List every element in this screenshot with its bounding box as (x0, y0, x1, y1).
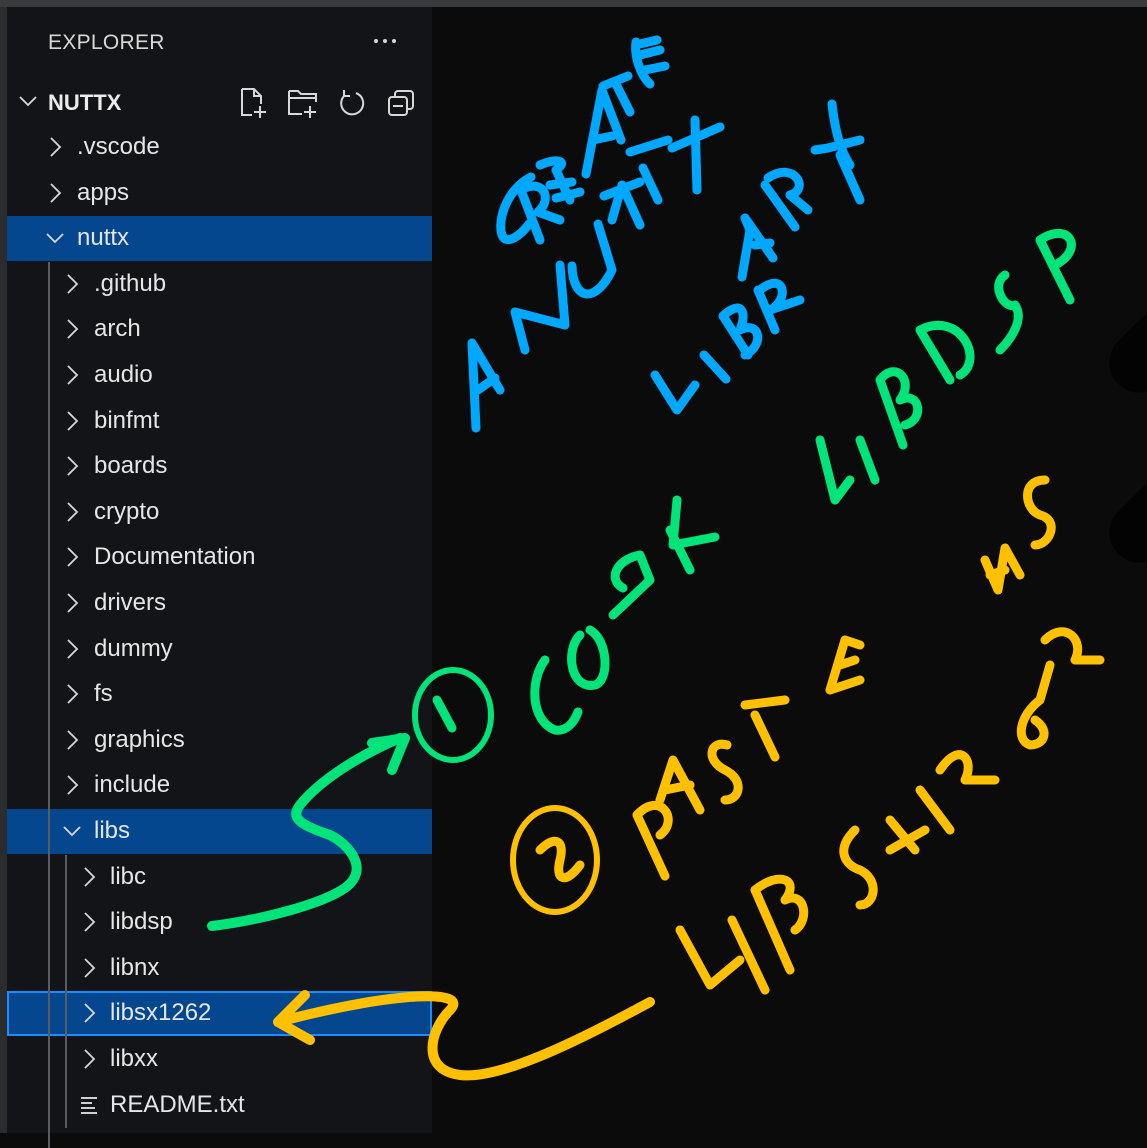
tree-item-label: apps (77, 178, 130, 206)
chevron-right-icon (50, 182, 62, 203)
chevron-right-icon (84, 1049, 96, 1069)
tree-item-crypto[interactable]: crypto (7, 490, 432, 535)
tree-item-boards[interactable]: boards (7, 444, 432, 489)
canvas-shadow-shape (1096, 468, 1147, 576)
chevron-right-icon (67, 319, 79, 340)
text-file-icon (81, 1096, 97, 1114)
ellipsis-icon (374, 39, 378, 43)
tree-item-nuttx[interactable]: nuttx (7, 216, 432, 262)
chevron-right-icon (50, 137, 62, 157)
tree-item-vscode[interactable]: .vscode (7, 125, 432, 170)
tree-item-libxx[interactable]: libxx (7, 1037, 432, 1082)
chevron-right-icon (67, 502, 79, 522)
tree-item-drivers[interactable]: drivers (7, 581, 432, 626)
chevron-right-icon (67, 593, 79, 613)
tree-item-libnx[interactable]: libnx (7, 946, 432, 991)
tree-item-documentation[interactable]: Documentation (7, 535, 432, 580)
ellipsis-dot (383, 39, 387, 43)
explorer-title: EXPLORER (48, 31, 165, 54)
tree-item-label: libdsp (110, 908, 173, 936)
chevron-down-icon (46, 233, 64, 244)
refresh-icon (340, 90, 365, 116)
collapse-all-icon (388, 90, 414, 116)
collapse-all-button[interactable] (384, 86, 418, 120)
tree-item-label: README.txt (110, 1090, 245, 1118)
tree-item-label: nuttx (77, 224, 130, 252)
tree-item-label: dummy (94, 634, 173, 662)
tree-item-label: graphics (94, 725, 185, 753)
indent-guide (65, 854, 67, 1129)
window-top-bar (0, 0, 1147, 7)
tree-item-label: libsx1262 (110, 999, 212, 1027)
chevron-down-icon (19, 96, 37, 107)
workspace-root-label: NUTTX (48, 90, 122, 115)
refresh-button[interactable] (335, 86, 369, 120)
more-actions-button[interactable] (367, 27, 403, 55)
tree-item-github[interactable]: .github (7, 262, 432, 307)
tree-item-label: .github (94, 269, 167, 297)
chevron-right-icon (84, 1003, 96, 1024)
tree-item-libc[interactable]: libc (7, 855, 432, 900)
chevron-right-icon (67, 274, 79, 294)
tree-item-graphics[interactable]: graphics (7, 718, 432, 763)
chevron-right-icon (67, 365, 79, 385)
tree-item-include[interactable]: include (7, 763, 432, 808)
tree-item-label: libs (94, 817, 131, 844)
tree-item-arch[interactable]: arch (7, 307, 432, 352)
tree-item-label: libxx (110, 1045, 159, 1072)
tree-item-libs[interactable]: libs (7, 809, 432, 854)
tree-item-label: boards (94, 452, 168, 480)
chevron-right-icon (67, 456, 79, 476)
tree-item-audio[interactable]: audio (7, 353, 432, 398)
canvas-shadow-shape (1096, 298, 1147, 406)
tree-item-label: libc (110, 862, 147, 890)
tree-item-label: binfmt (94, 406, 160, 434)
tree-item-label: Documentation (94, 543, 256, 571)
tree-item-libsx1262[interactable]: libsx1262 (7, 991, 432, 1037)
chevron-right-icon (84, 912, 96, 932)
workspace-root-row[interactable]: NUTTX (7, 80, 432, 124)
tree-item-readme-txt[interactable]: README.txt (7, 1083, 432, 1128)
new-folder-button[interactable] (286, 86, 320, 120)
chevron-right-icon (67, 775, 79, 796)
chevron-right-icon (84, 866, 96, 887)
tree-item-label: include (94, 771, 171, 799)
new-folder-icon (288, 90, 317, 118)
indent-guide (48, 261, 50, 1148)
chevron-right-icon (67, 638, 79, 659)
tree-item-label: arch (94, 315, 141, 343)
new-file-icon (241, 88, 266, 118)
chevron-right-icon (84, 958, 96, 978)
explorer-sidebar: EXPLORER NUTTX .vscode apps nuttx .githu… (7, 7, 432, 1148)
chevron-right-icon (67, 730, 79, 750)
tree-item-dummy[interactable]: dummy (7, 627, 432, 672)
activity-bar-edge (0, 7, 7, 1133)
tree-item-label: audio (94, 361, 153, 388)
tree-item-binfmt[interactable]: binfmt (7, 399, 432, 444)
tree-item-label: fs (94, 680, 113, 708)
tree-item-libdsp[interactable]: libdsp (7, 900, 432, 945)
tree-item-label: .vscode (77, 133, 160, 160)
chevron-down-icon (63, 826, 81, 837)
new-file-button[interactable] (237, 86, 271, 120)
tree-item-apps[interactable]: apps (7, 171, 432, 216)
chevron-right-icon (67, 684, 79, 704)
chevron-right-icon (67, 547, 79, 568)
tree-item-label: crypto (94, 497, 160, 525)
annotation-canvas (432, 7, 1147, 1133)
tree-item-fs[interactable]: fs (7, 672, 432, 717)
tree-item-label: libnx (110, 953, 160, 981)
ellipsis-dot (392, 39, 396, 43)
tree-item-label: drivers (94, 589, 167, 616)
chevron-right-icon (67, 410, 79, 431)
